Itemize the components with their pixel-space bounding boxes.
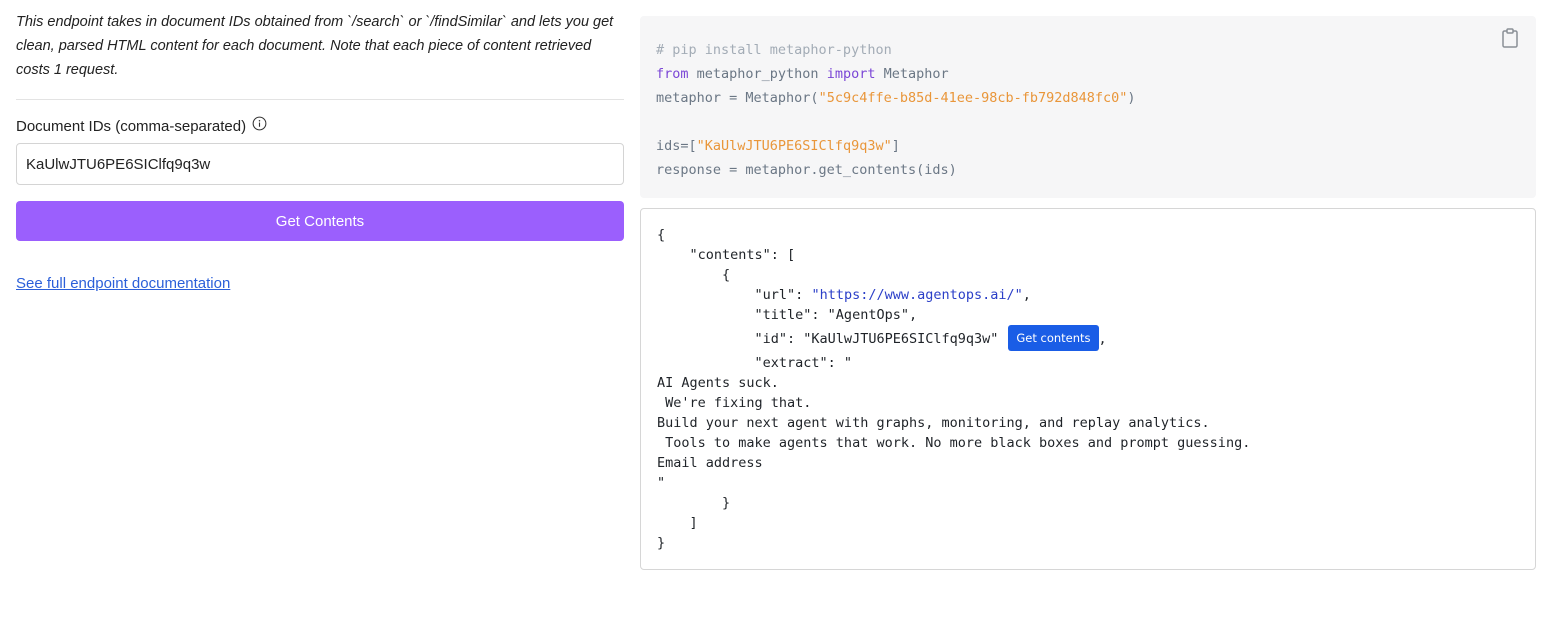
get-contents-button[interactable]: Get Contents [16, 201, 624, 241]
document-ids-label: Document IDs (comma-separated) [16, 118, 247, 135]
response-line: "contents": [ [657, 247, 796, 263]
clipboard-icon[interactable] [1501, 28, 1519, 48]
code-line5-suffix: ] [891, 138, 900, 154]
code-class: Metaphor [875, 66, 949, 82]
response-line: Email address [657, 455, 763, 471]
document-ids-label-row: Document IDs (comma-separated) [16, 116, 624, 135]
code-module: metaphor_python [688, 66, 827, 82]
code-line3-prefix: metaphor = Metaphor( [656, 90, 819, 106]
get-contents-inline-button[interactable]: Get contents [1008, 325, 1099, 351]
code-id-string: "KaUlwJTU6PE6SIClfq9q3w" [696, 138, 892, 154]
code-keyword-import: import [826, 66, 876, 82]
response-line: We're fixing that. [657, 395, 812, 411]
response-line: } [657, 535, 666, 551]
response-title-line: "title": "AgentOps", [657, 307, 918, 323]
response-line: { [657, 267, 731, 283]
response-url-tail: , [1022, 287, 1031, 303]
response-line: ] [657, 515, 698, 531]
document-ids-input[interactable] [16, 143, 624, 185]
code-api-key: "5c9c4ffe-b85d-41ee-98cb-fb792d848fc0" [818, 90, 1128, 106]
response-panel: { "contents": [ { "url": "https://www.ag… [640, 208, 1536, 570]
response-id-key: "id": "KaUlwJTU6PE6SIClfq9q3w" [657, 331, 999, 347]
code-snippet: # pip install metaphor-python from metap… [656, 38, 1520, 182]
code-line6: response = metaphor.get_contents(ids) [656, 162, 957, 178]
code-line3-suffix: ) [1127, 90, 1136, 106]
code-line5-prefix: ids=[ [656, 138, 697, 154]
request-form-panel: This endpoint takes in document IDs obta… [16, 10, 624, 293]
endpoint-documentation-link[interactable]: See full endpoint documentation [16, 275, 230, 292]
endpoint-description: This endpoint takes in document IDs obta… [16, 10, 624, 100]
response-line: } [657, 495, 731, 511]
info-icon[interactable] [252, 116, 267, 131]
response-url-line: "url": "https://www.agentops.ai/", [657, 285, 1519, 305]
code-keyword-from: from [656, 66, 689, 82]
response-id-tail: , [1098, 331, 1107, 347]
response-line: AI Agents suck. [657, 375, 779, 391]
response-extract-line: "extract": " [657, 355, 853, 371]
code-comment: # pip install metaphor-python [656, 42, 892, 58]
response-url-value[interactable]: "https://www.agentops.ai/" [811, 287, 1022, 303]
response-line: { [657, 227, 666, 243]
response-url-key: "url": [657, 287, 812, 303]
response-id-line: "id": "KaUlwJTU6PE6SIClfq9q3w" Get conten… [657, 325, 1519, 353]
response-line: Tools to make agents that work. No more … [657, 435, 1251, 451]
response-line: " [657, 475, 666, 491]
response-line: Build your next agent with graphs, monit… [657, 415, 1210, 431]
code-snippet-panel: # pip install metaphor-python from metap… [640, 16, 1536, 198]
